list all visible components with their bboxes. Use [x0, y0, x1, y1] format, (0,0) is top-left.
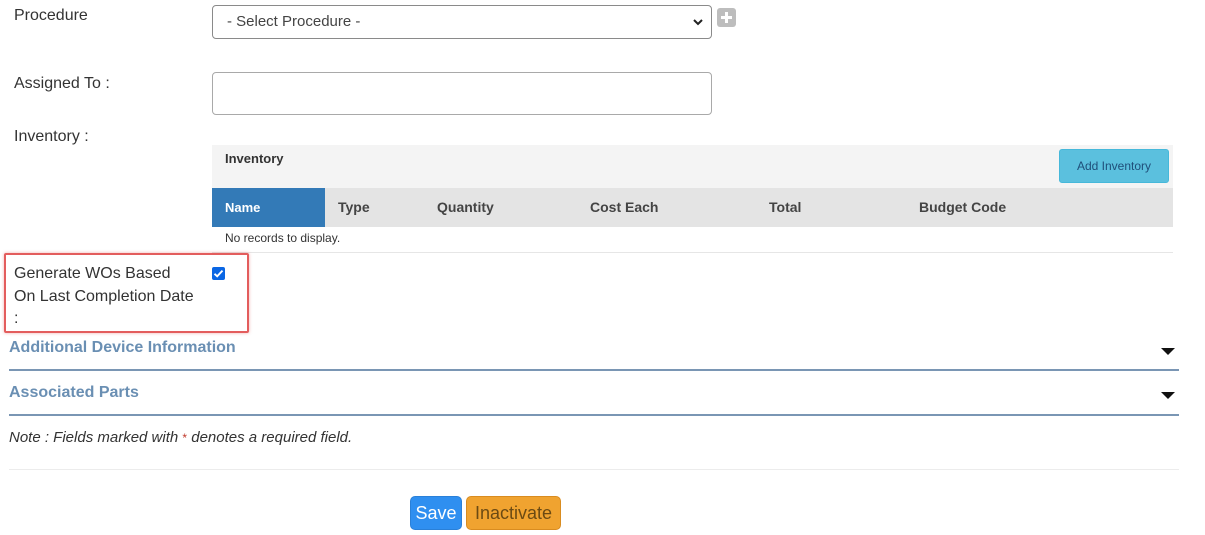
- generate-wos-checkbox[interactable]: [212, 267, 225, 280]
- chevron-down-icon: [693, 19, 703, 26]
- inventory-panel-title: Inventory: [225, 151, 284, 166]
- note-divider: [9, 469, 1179, 470]
- assigned-to-label: Assigned To :: [14, 75, 110, 92]
- note-suffix: denotes a required field.: [187, 429, 353, 446]
- add-inventory-button[interactable]: Add Inventory: [1059, 149, 1169, 183]
- section-divider: [9, 414, 1179, 416]
- column-header-total[interactable]: Total: [769, 188, 801, 227]
- procedure-select-value: - Select Procedure -: [227, 13, 361, 30]
- column-header-name[interactable]: Name: [212, 188, 325, 227]
- column-header-type[interactable]: Type: [338, 188, 370, 227]
- inventory-panel-header: Inventory Add Inventory: [212, 145, 1173, 188]
- work-order-form: Procedure - Select Procedure - Assigned …: [0, 0, 1205, 535]
- section-additional-device-info[interactable]: Additional Device Information: [9, 339, 1179, 371]
- add-procedure-plus-icon[interactable]: [717, 8, 736, 27]
- column-header-cost-each[interactable]: Cost Each: [590, 188, 658, 227]
- assigned-to-input[interactable]: [212, 72, 712, 115]
- inventory-table-header: Name Type Quantity Cost Each Total Budge…: [212, 188, 1173, 227]
- inventory-divider: [212, 252, 1173, 253]
- procedure-label: Procedure: [14, 7, 88, 24]
- generate-wos-label: Generate WOs Based On Last Completion Da…: [14, 265, 194, 327]
- note-prefix: Note : Fields marked with: [9, 429, 183, 446]
- required-fields-note: Note : Fields marked with * denotes a re…: [9, 429, 352, 446]
- section-divider: [9, 369, 1179, 371]
- column-header-budget-code[interactable]: Budget Code: [919, 188, 1006, 227]
- section-title: Associated Parts: [9, 384, 139, 401]
- section-associated-parts[interactable]: Associated Parts: [9, 384, 1179, 416]
- inventory-label: Inventory :: [14, 128, 89, 145]
- caret-down-icon[interactable]: [1161, 348, 1175, 355]
- column-header-quantity[interactable]: Quantity: [437, 188, 494, 227]
- save-button[interactable]: Save: [410, 496, 462, 530]
- inventory-empty-message: No records to display.: [225, 231, 341, 245]
- inventory-panel: Inventory Add Inventory Name Type Quanti…: [212, 145, 1173, 253]
- inactivate-button[interactable]: Inactivate: [466, 496, 561, 530]
- caret-down-icon[interactable]: [1161, 392, 1175, 399]
- section-title: Additional Device Information: [9, 339, 236, 356]
- procedure-select[interactable]: - Select Procedure -: [212, 5, 712, 39]
- checkmark-icon: [213, 269, 224, 278]
